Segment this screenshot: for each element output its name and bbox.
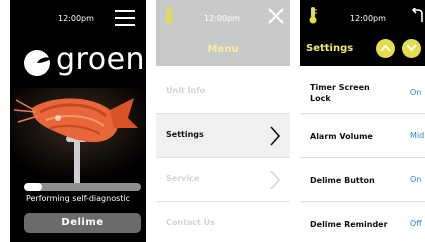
setting-row-delime-reminder[interactable]: Delime Reminder Off [300, 202, 425, 242]
setting-label: Alarm Volume [310, 132, 373, 141]
menu-item-contact-us[interactable]: Contact Us [156, 202, 290, 242]
menu-item-label: Contact Us [166, 218, 215, 227]
home-screen: 12:00pm groen Performing self-diagnostic… [10, 0, 146, 242]
chevron-right-icon [270, 126, 280, 146]
scroll-down-button[interactable] [402, 39, 421, 58]
menu-item-unit-info[interactable]: Unit Info [156, 70, 290, 114]
menu-screen: 12:00pm Menu Unit Info Settings Service … [156, 0, 290, 242]
setting-row-alarm-volume[interactable]: Alarm Volume Mid [300, 114, 425, 158]
setting-label: Timer Screen Lock [310, 83, 370, 103]
delime-button[interactable]: Delime [24, 213, 141, 233]
chevron-down-icon [406, 44, 417, 52]
hamburger-menu-icon[interactable] [115, 10, 135, 27]
thermometer-icon [309, 7, 317, 24]
settings-screen: 12:00pm Settings Timer Screen Lock On Al… [300, 0, 425, 242]
back-arrow-icon[interactable] [410, 8, 424, 24]
menu-item-service[interactable]: Service [156, 158, 290, 202]
clock-time: 12:00pm [204, 14, 240, 23]
menu-item-label: Settings [166, 130, 204, 139]
setting-value: On [410, 175, 422, 184]
close-icon[interactable] [268, 8, 284, 24]
groen-logo: groen [22, 42, 145, 80]
setting-label: Delime Button [310, 176, 375, 185]
menu-item-settings[interactable]: Settings [156, 114, 290, 158]
setting-value: On [410, 88, 422, 97]
setting-label: Delime Reminder [310, 220, 388, 229]
clock-time: 12:00pm [58, 14, 94, 23]
setting-row-timer-screen-lock[interactable]: Timer Screen Lock On [300, 70, 425, 114]
scroll-up-button[interactable] [376, 39, 395, 58]
chevron-up-icon [380, 44, 391, 52]
menu-title: Menu [207, 44, 239, 55]
menu-item-label: Service [166, 174, 200, 183]
chevron-right-icon [270, 170, 280, 190]
menu-item-label: Unit Info [166, 86, 206, 95]
setting-value: Off [410, 219, 422, 228]
setting-value: Mid [410, 131, 425, 140]
status-text: Performing self-diagnostic [25, 194, 131, 203]
thermometer-icon [165, 7, 173, 24]
menu-header: 12:00pm Menu [156, 0, 290, 66]
setting-row-delime-button[interactable]: Delime Button On [300, 158, 425, 202]
brand-name: groen [56, 42, 146, 77]
clock-time: 12:00pm [350, 14, 386, 23]
progress-fill [24, 183, 42, 191]
shrimp-image [10, 88, 146, 188]
diagnostic-progress-bar [24, 183, 141, 191]
settings-title: Settings [306, 43, 354, 54]
settings-header: 12:00pm Settings [300, 0, 425, 66]
